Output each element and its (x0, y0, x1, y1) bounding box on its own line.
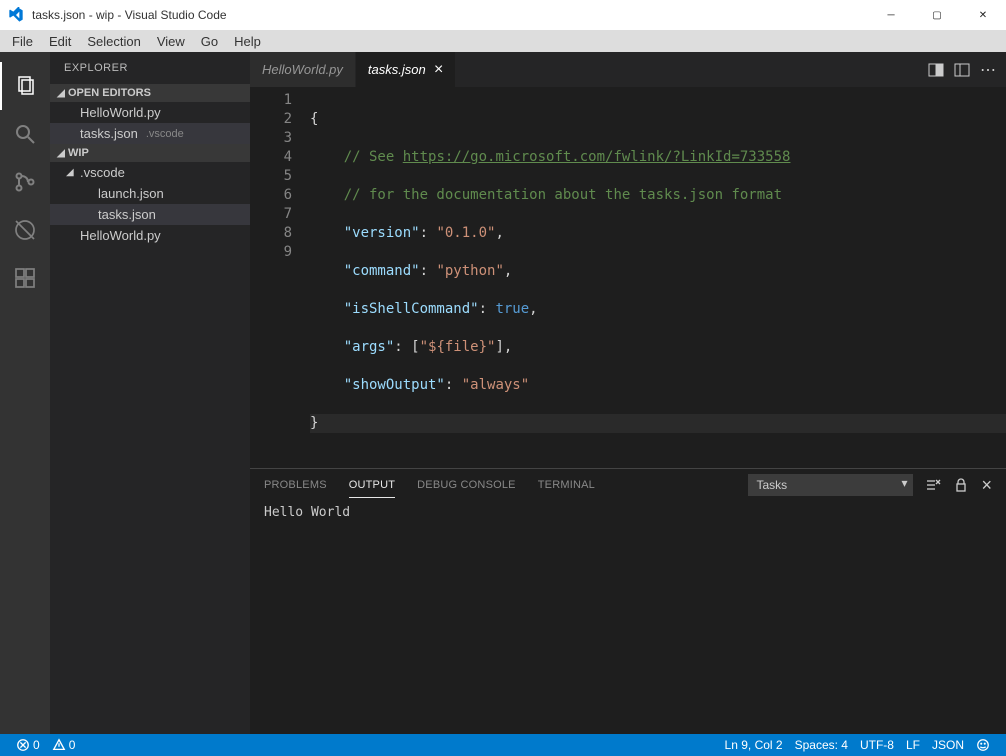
source-control-icon[interactable] (0, 158, 50, 206)
status-warnings[interactable]: 0 (46, 738, 82, 752)
status-cursor[interactable]: Ln 9, Col 2 (719, 738, 789, 752)
status-language[interactable]: JSON (926, 738, 970, 752)
file-item[interactable]: tasks.json (50, 204, 250, 225)
menu-edit[interactable]: Edit (41, 32, 79, 51)
menu-selection[interactable]: Selection (79, 32, 148, 51)
open-editor-item[interactable]: tasks.json .vscode (50, 123, 250, 144)
output-channel-select[interactable]: Tasks (748, 474, 913, 496)
status-eol[interactable]: LF (900, 738, 926, 752)
chevron-down-icon: ◢ (66, 167, 76, 178)
panel-tab-output[interactable]: OUTPUT (349, 473, 395, 498)
open-editor-item[interactable]: HelloWorld.py (50, 102, 250, 123)
menu-help[interactable]: Help (226, 32, 269, 51)
close-tab-icon[interactable]: × (434, 62, 443, 78)
extensions-icon[interactable] (0, 254, 50, 302)
editor-tab[interactable]: tasks.json × (356, 52, 456, 87)
statusbar: 0 0 Ln 9, Col 2 Spaces: 4 UTF-8 LF JSON (0, 734, 1006, 756)
split-editor-icon[interactable] (928, 62, 944, 78)
status-indent[interactable]: Spaces: 4 (789, 738, 854, 752)
editor-area: HelloWorld.py tasks.json × ⋯ 1 2 3 4 5 6… (250, 52, 1006, 734)
output-body[interactable]: Hello World (250, 501, 1006, 734)
clear-output-icon[interactable] (925, 477, 941, 493)
close-window-button[interactable]: ✕ (960, 0, 1006, 30)
status-encoding[interactable]: UTF-8 (854, 738, 900, 752)
maximize-button[interactable]: ▢ (914, 0, 960, 30)
more-actions-icon[interactable]: ⋯ (980, 60, 996, 80)
panel-tab-debug-console[interactable]: DEBUG CONSOLE (417, 473, 516, 497)
sidebar-title: EXPLORER (50, 52, 250, 84)
explorer-icon[interactable] (0, 62, 50, 110)
search-icon[interactable] (0, 110, 50, 158)
workspace-header[interactable]: ◢ WIP (50, 144, 250, 162)
menubar: File Edit Selection View Go Help (0, 30, 1006, 52)
warning-icon (52, 738, 66, 752)
open-editors-header[interactable]: ◢ OPEN EDITORS (50, 84, 250, 102)
minimize-button[interactable]: ─ (868, 0, 914, 30)
chevron-down-icon: ◢ (54, 148, 68, 159)
chevron-down-icon: ◢ (54, 88, 68, 99)
menu-file[interactable]: File (4, 32, 41, 51)
file-item[interactable]: launch.json (50, 183, 250, 204)
activity-bar (0, 52, 50, 734)
editor-tabs: HelloWorld.py tasks.json × ⋯ (250, 52, 1006, 87)
titlebar: tasks.json - wip - Visual Studio Code ─ … (0, 0, 1006, 30)
status-errors[interactable]: 0 (10, 738, 46, 752)
vscode-icon (8, 7, 24, 23)
menu-view[interactable]: View (149, 32, 193, 51)
debug-icon[interactable] (0, 206, 50, 254)
panel-tab-problems[interactable]: PROBLEMS (264, 473, 327, 497)
line-number-gutter: 1 2 3 4 5 6 7 8 9 (250, 87, 310, 468)
code-editor[interactable]: 1 2 3 4 5 6 7 8 9 { // See https://go.mi… (250, 87, 1006, 468)
bottom-panel: PROBLEMS OUTPUT DEBUG CONSOLE TERMINAL T… (250, 468, 1006, 734)
folder-item[interactable]: ◢ .vscode (50, 162, 250, 183)
layout-icon[interactable] (954, 62, 970, 78)
error-icon (16, 738, 30, 752)
panel-tab-terminal[interactable]: TERMINAL (538, 473, 595, 497)
sidebar: EXPLORER ◢ OPEN EDITORS HelloWorld.py ta… (50, 52, 250, 734)
editor-tab[interactable]: HelloWorld.py (250, 52, 356, 87)
close-panel-icon[interactable]: × (981, 475, 992, 496)
code-body[interactable]: { // See https://go.microsoft.com/fwlink… (310, 87, 1006, 468)
feedback-icon[interactable] (970, 738, 996, 752)
lock-scroll-icon[interactable] (953, 477, 969, 493)
menu-go[interactable]: Go (193, 32, 226, 51)
window-title: tasks.json - wip - Visual Studio Code (32, 8, 227, 22)
file-item[interactable]: HelloWorld.py (50, 225, 250, 246)
